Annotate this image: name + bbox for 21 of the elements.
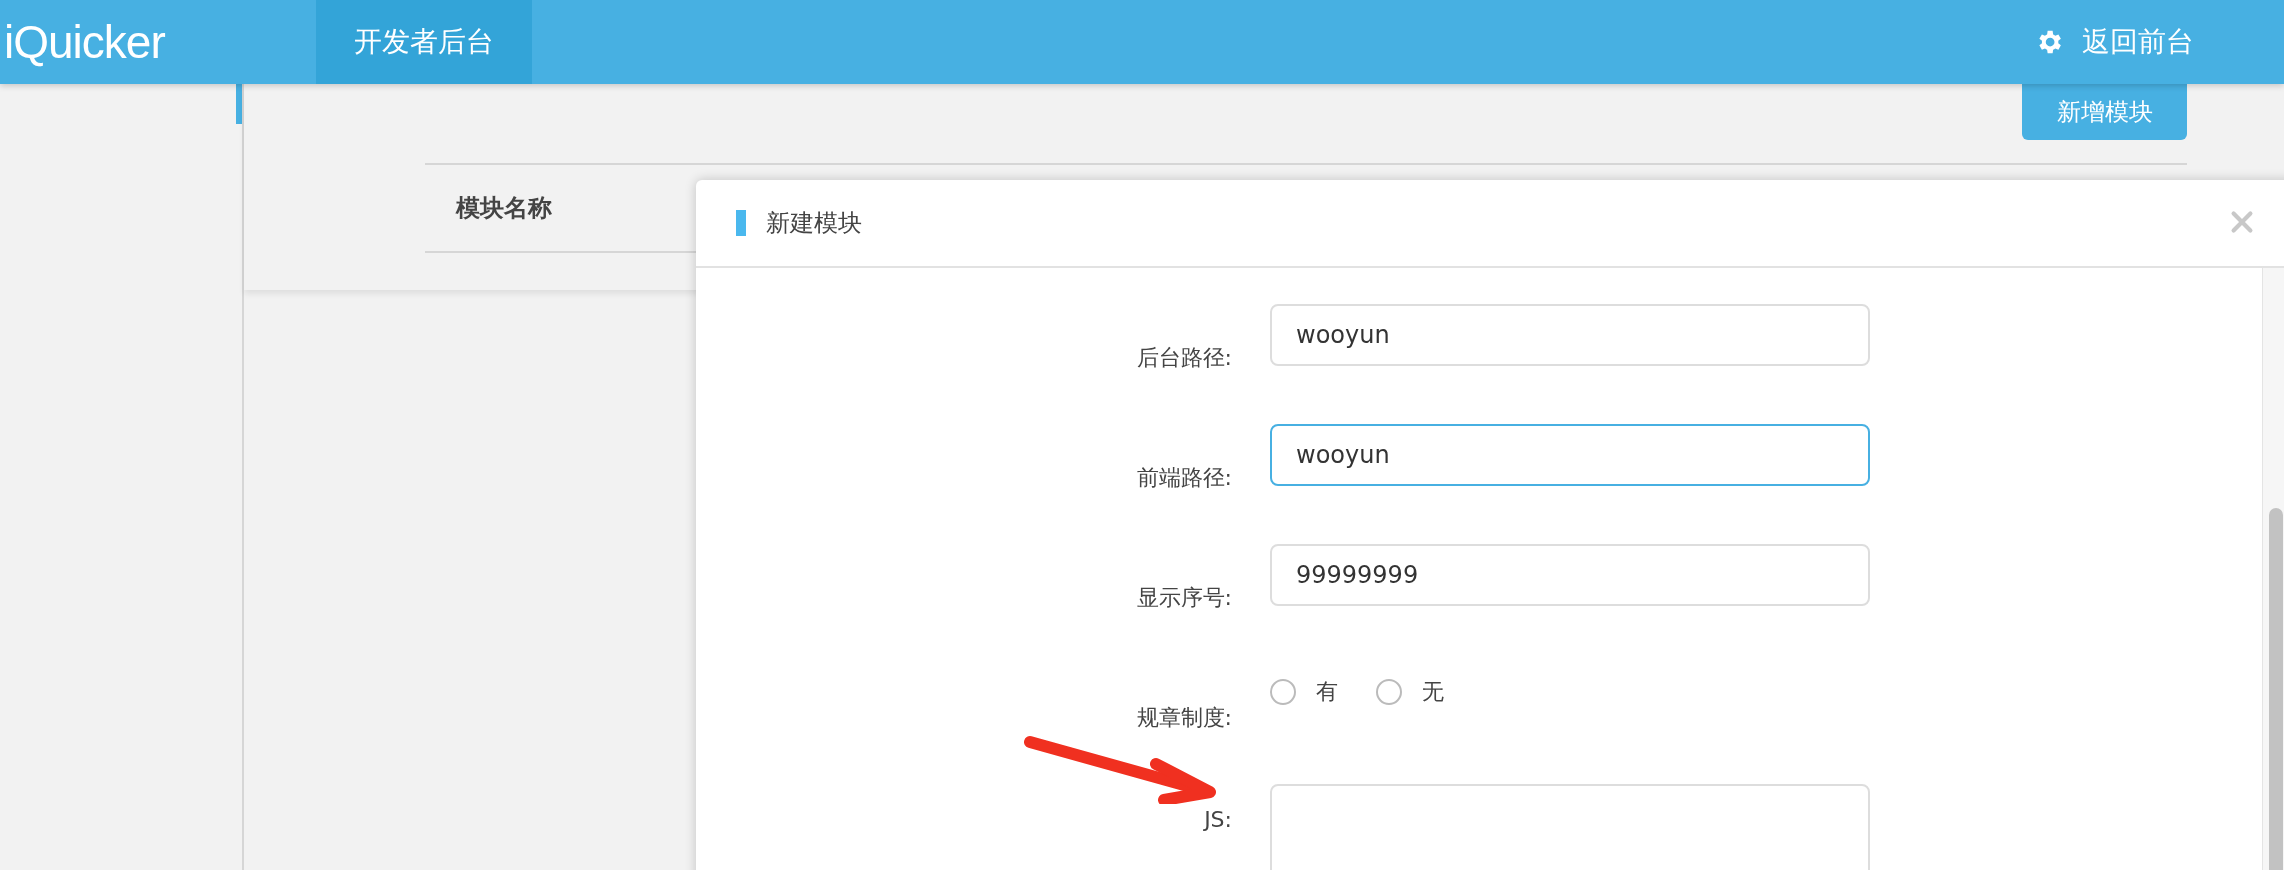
title-accent-icon bbox=[736, 210, 746, 236]
field-label: 规章制度: bbox=[1135, 704, 1232, 732]
logo[interactable]: iQuicker bbox=[0, 0, 316, 84]
column-header: 模块名称 bbox=[456, 193, 552, 224]
input-field[interactable]: 99999999 bbox=[1270, 544, 1870, 606]
radio-label: 有 bbox=[1316, 679, 1338, 705]
input-field[interactable]: wooyun bbox=[1270, 304, 1870, 366]
radio-button[interactable] bbox=[1376, 679, 1402, 705]
radio-button[interactable] bbox=[1270, 679, 1296, 705]
scrollbar[interactable] bbox=[2262, 268, 2284, 870]
back-link[interactable]: 返回前台 bbox=[2082, 0, 2194, 84]
dialog-title: 新建模块 bbox=[766, 208, 862, 239]
field-label: JS: bbox=[1202, 806, 1232, 834]
field-label: 前端路径: bbox=[1135, 464, 1232, 492]
radio-label: 无 bbox=[1422, 679, 1444, 705]
close-icon[interactable] bbox=[2230, 210, 2254, 234]
nav-tab[interactable]: 开发者后台 bbox=[316, 0, 532, 84]
add-module-button[interactable]: 新增模块 bbox=[2022, 84, 2187, 140]
field-label: 显示序号: bbox=[1135, 584, 1232, 612]
field-label: 后台路径: bbox=[1135, 344, 1232, 372]
input-field[interactable]: wooyun bbox=[1270, 424, 1870, 486]
